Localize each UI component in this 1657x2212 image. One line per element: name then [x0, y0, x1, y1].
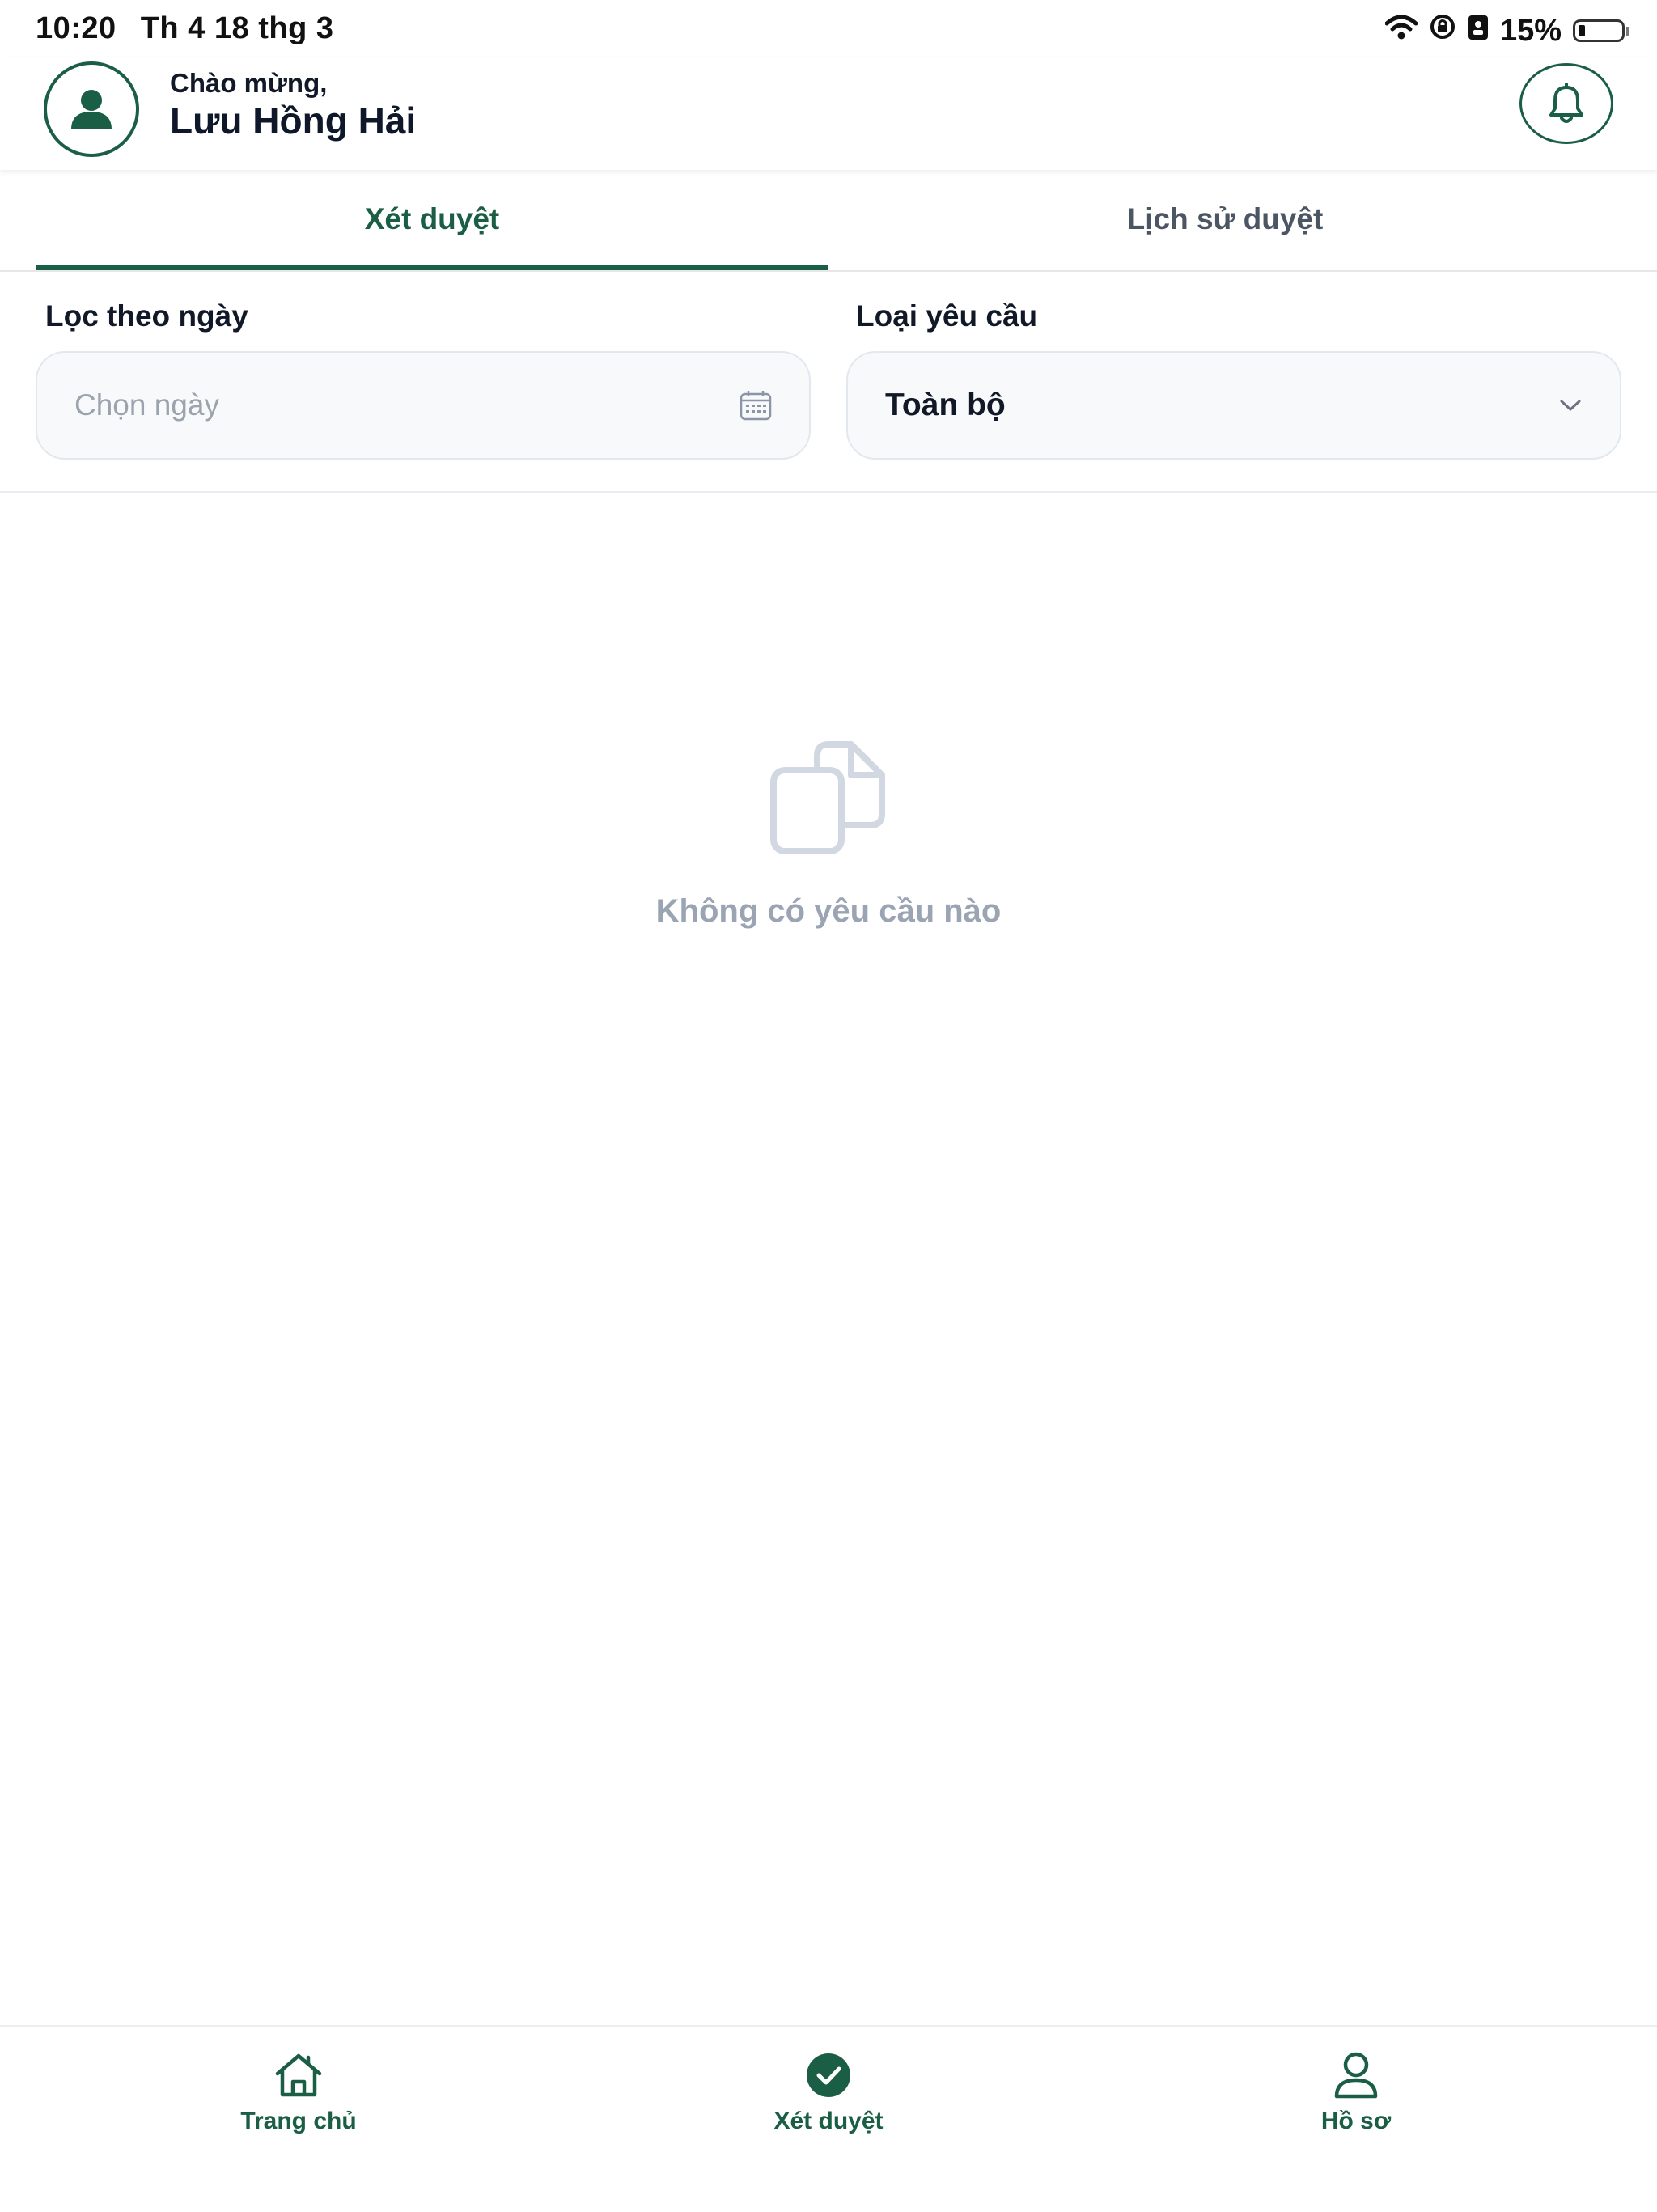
- date-placeholder: Chọn ngày: [74, 388, 219, 422]
- empty-state-message: Không có yêu cầu nào: [655, 893, 1002, 929]
- profile-icon: [1329, 2049, 1384, 2101]
- greeting-text: Chào mừng,: [170, 68, 328, 98]
- battery-percent: 15%: [1499, 13, 1562, 48]
- nav-home[interactable]: Trang chủ: [137, 2049, 460, 2135]
- status-bar: 10:20 Th 4 18 thg 3 15%: [0, 0, 1657, 61]
- bell-icon: [1549, 83, 1583, 123]
- screen-mirroring-icon: [1468, 14, 1489, 49]
- rotation-lock-icon: [1429, 13, 1456, 49]
- nav-profile-label: Hồ sơ: [1320, 2108, 1392, 2134]
- tab-bar: Xét duyệt Lịch sử duyệt: [0, 170, 1657, 272]
- check-circle-icon: [801, 2049, 856, 2101]
- app-header: Chào mừng, Lưu Hồng Hải: [0, 57, 1657, 170]
- home-icon: [271, 2049, 326, 2101]
- status-date: Th 4 18 thg 3: [140, 11, 334, 45]
- request-type-value: Toàn bộ: [885, 388, 1006, 422]
- date-picker-field[interactable]: Chọn ngày: [36, 351, 811, 460]
- request-type-select[interactable]: Toàn bộ: [846, 351, 1621, 460]
- request-type-label: Loại yêu cầu: [856, 299, 1038, 333]
- documents-icon: [769, 738, 888, 858]
- chevron-down-icon: [1558, 397, 1583, 413]
- status-time: 10:20: [36, 11, 117, 45]
- wifi-icon: [1384, 14, 1418, 49]
- nav-home-label: Trang chủ: [240, 2108, 357, 2134]
- notification-button[interactable]: [1519, 63, 1613, 144]
- user-name: Lưu Hồng Hải: [170, 100, 417, 142]
- nav-profile[interactable]: Hồ sơ: [1194, 2049, 1518, 2135]
- battery-icon: [1573, 19, 1629, 42]
- tab-review[interactable]: Xét duyệt: [36, 170, 828, 270]
- calendar-icon: [740, 390, 772, 421]
- avatar[interactable]: [44, 61, 139, 157]
- nav-review-label: Xét duyệt: [773, 2108, 884, 2134]
- date-filter-label: Lọc theo ngày: [45, 299, 248, 333]
- filter-divider: [0, 491, 1657, 493]
- bottom-navigation: Trang chủ Xét duyệt Hồ sơ: [0, 2025, 1657, 2212]
- status-right: 15%: [1384, 11, 1629, 50]
- nav-review[interactable]: Xét duyệt: [667, 2049, 990, 2135]
- status-left: 10:20 Th 4 18 thg 3: [36, 11, 333, 46]
- battery-level: [1579, 25, 1585, 36]
- tab-review-history[interactable]: Lịch sử duyệt: [828, 170, 1621, 269]
- user-icon: [71, 90, 112, 129]
